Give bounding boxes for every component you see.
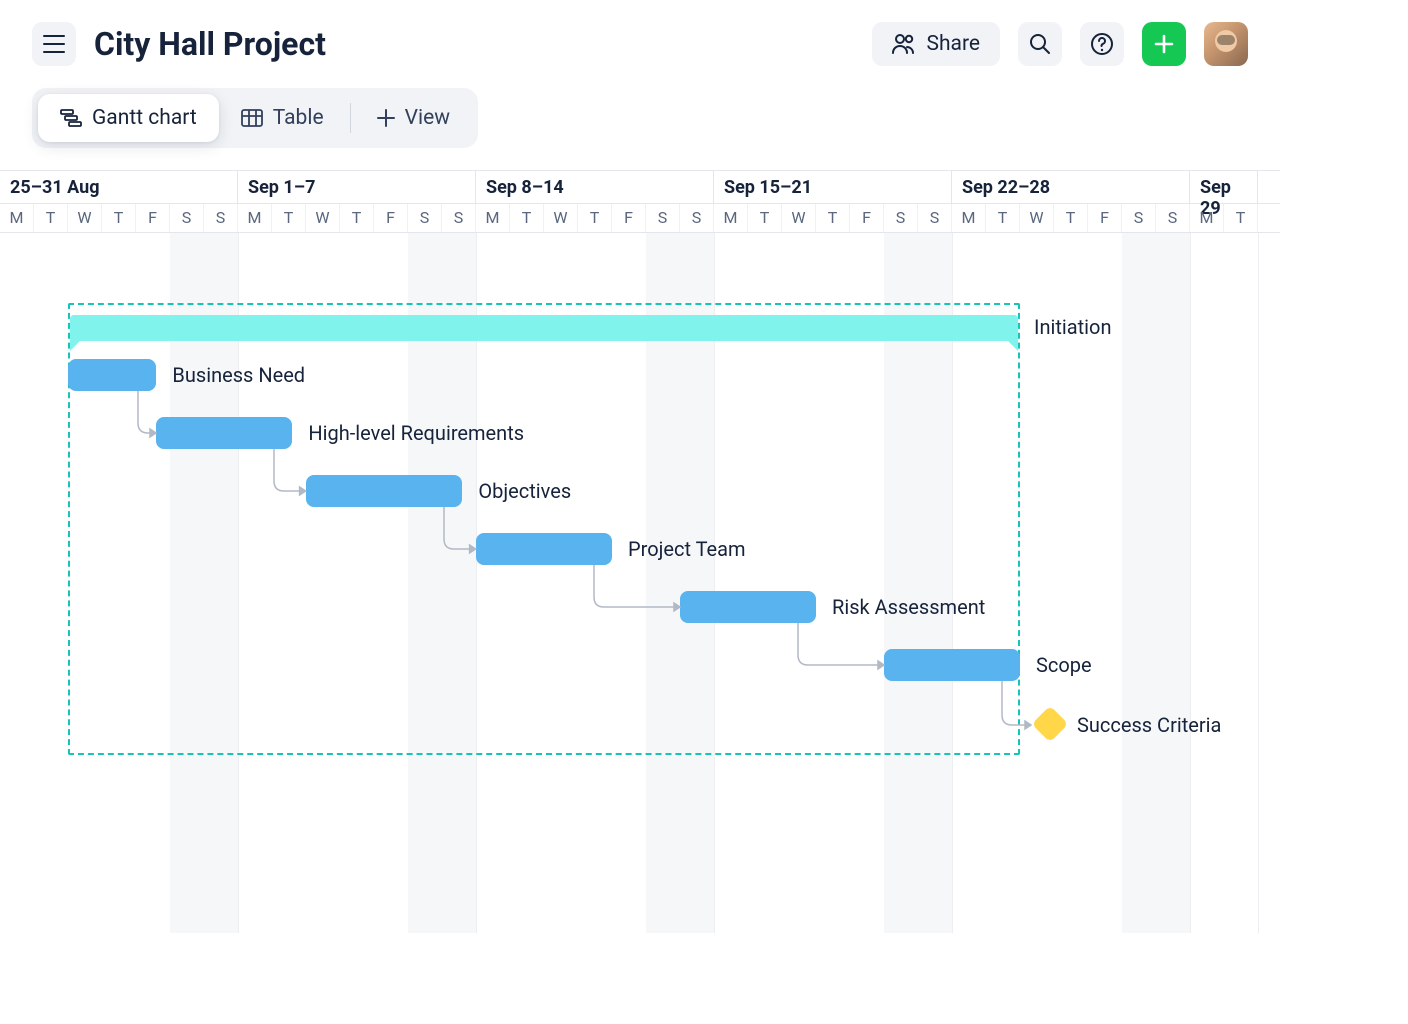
day-header: S <box>170 204 204 232</box>
gantt-canvas[interactable]: Initiation Business Need High-level Requir… <box>0 233 1280 933</box>
day-header: S <box>204 204 238 232</box>
day-header: S <box>1122 204 1156 232</box>
milestone[interactable] <box>1032 706 1069 743</box>
task-bar[interactable] <box>156 417 292 449</box>
phase-bar[interactable] <box>70 315 1018 341</box>
menu-button[interactable] <box>32 22 76 66</box>
people-icon <box>892 34 916 54</box>
day-header: S <box>918 204 952 232</box>
task-bar[interactable] <box>68 359 156 391</box>
task-label: Scope <box>1036 653 1092 677</box>
day-header: F <box>612 204 646 232</box>
day-header: W <box>68 204 102 232</box>
share-button[interactable]: Share <box>872 22 1000 66</box>
day-header: S <box>408 204 442 232</box>
tab-table[interactable]: Table <box>219 94 346 142</box>
add-view-button[interactable]: View <box>355 94 472 142</box>
day-header: T <box>510 204 544 232</box>
add-button[interactable] <box>1142 22 1186 66</box>
day-header: M <box>952 204 986 232</box>
task-label: Objectives <box>478 479 571 503</box>
day-header: T <box>34 204 68 232</box>
day-header: M <box>714 204 748 232</box>
day-header: W <box>1020 204 1054 232</box>
day-header: F <box>374 204 408 232</box>
day-header: M <box>476 204 510 232</box>
week-header: 25–31 Aug <box>0 171 238 203</box>
week-header: Sep 22–28 <box>952 171 1190 203</box>
week-header: Sep 15–21 <box>714 171 952 203</box>
day-header: T <box>1224 204 1258 232</box>
add-view-label: View <box>405 106 450 130</box>
week-header: Sep 29 <box>1190 171 1258 203</box>
plus-icon <box>377 109 395 127</box>
day-header: S <box>646 204 680 232</box>
week-header: Sep 1–7 <box>238 171 476 203</box>
day-header: W <box>782 204 816 232</box>
day-header: S <box>1156 204 1190 232</box>
task-bar[interactable] <box>476 533 612 565</box>
day-header: T <box>1054 204 1088 232</box>
day-header: M <box>1190 204 1224 232</box>
milestone-label: Success Criteria <box>1077 713 1221 737</box>
day-header: W <box>306 204 340 232</box>
table-icon <box>241 109 263 127</box>
task-bar[interactable] <box>884 649 1020 681</box>
day-header: T <box>816 204 850 232</box>
day-header: M <box>238 204 272 232</box>
day-header: F <box>1088 204 1122 232</box>
help-icon <box>1090 32 1114 56</box>
day-header: F <box>136 204 170 232</box>
avatar[interactable] <box>1204 22 1248 66</box>
day-header: T <box>748 204 782 232</box>
weekend-band <box>1156 233 1190 933</box>
search-icon <box>1029 33 1051 55</box>
grid-line <box>1258 233 1259 933</box>
help-button[interactable] <box>1080 22 1124 66</box>
day-header: S <box>884 204 918 232</box>
day-header: T <box>986 204 1020 232</box>
day-header: T <box>578 204 612 232</box>
tab-gantt[interactable]: Gantt chart <box>38 94 219 142</box>
task-label: Risk Assessment <box>832 595 985 619</box>
task-bar[interactable] <box>680 591 816 623</box>
day-header: M <box>0 204 34 232</box>
page-title: City Hall Project <box>94 25 326 63</box>
phase-label: Initiation <box>1034 315 1112 339</box>
menu-icon <box>43 35 65 53</box>
plus-icon <box>1154 34 1174 54</box>
day-header: S <box>442 204 476 232</box>
day-header: F <box>850 204 884 232</box>
day-header: T <box>340 204 374 232</box>
task-bar[interactable] <box>306 475 462 507</box>
day-header: S <box>680 204 714 232</box>
search-button[interactable] <box>1018 22 1062 66</box>
day-header: T <box>272 204 306 232</box>
grid-line <box>1190 233 1191 933</box>
weekend-band <box>1122 233 1156 933</box>
divider <box>350 103 351 133</box>
task-label: High-level Requirements <box>308 421 524 445</box>
week-header: Sep 8–14 <box>476 171 714 203</box>
day-header: W <box>544 204 578 232</box>
tab-gantt-label: Gantt chart <box>92 106 197 130</box>
share-label: Share <box>926 32 980 56</box>
task-label: Project Team <box>628 537 746 561</box>
tab-table-label: Table <box>273 106 324 130</box>
gantt-icon <box>60 109 82 127</box>
task-label: Business Need <box>172 363 305 387</box>
day-header: T <box>102 204 136 232</box>
